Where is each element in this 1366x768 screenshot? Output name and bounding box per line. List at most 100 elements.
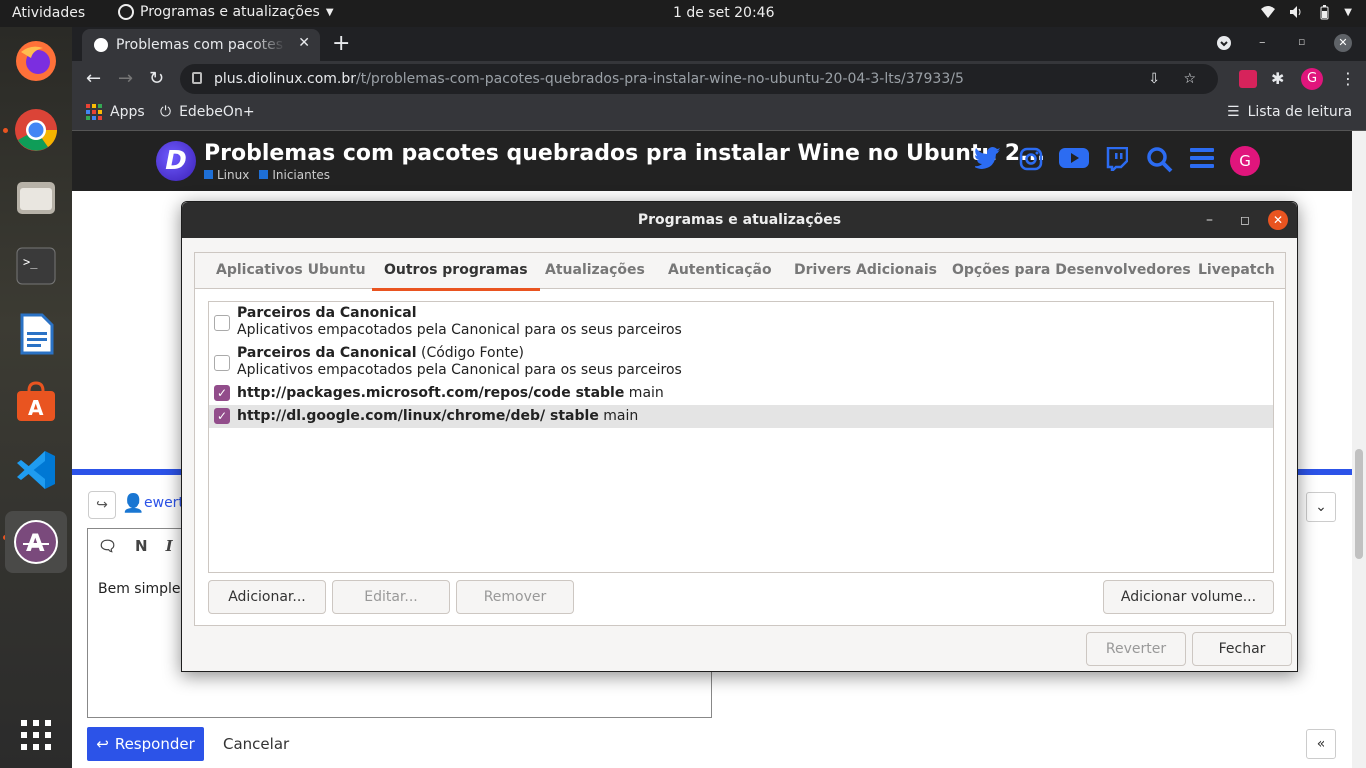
tab-search-icon[interactable] (1216, 35, 1232, 55)
apps-bookmark[interactable]: Apps (86, 104, 145, 120)
terminal-icon: >_ (16, 247, 56, 285)
bookmark-star-icon[interactable]: ☆ (1183, 64, 1196, 94)
system-tray[interactable]: ▼ (1260, 4, 1352, 20)
quote-icon[interactable]: 🗨 (98, 537, 117, 555)
more-menu-icon[interactable]: ⋮ (1340, 69, 1356, 88)
chevron-down-icon[interactable]: ⌄ (1306, 492, 1336, 522)
edebeon-bookmark[interactable]: ⏻ EdebeOn+ (160, 104, 255, 120)
reading-list-button[interactable]: ☰ Lista de leitura (1227, 104, 1352, 120)
minimize-icon[interactable]: – (1206, 202, 1213, 238)
list-item[interactable]: Parceiros da Canonical Aplicativos empac… (209, 302, 1273, 342)
forward-arrow-icon[interactable]: → (118, 68, 133, 89)
close-dialog-button[interactable]: Fechar (1192, 632, 1292, 666)
italic-button[interactable]: I (166, 537, 173, 555)
chevron-down-icon: ▼ (1344, 6, 1352, 18)
writer-launcher[interactable] (12, 310, 60, 358)
edit-source-button[interactable]: Editar... (332, 580, 450, 614)
user-avatar[interactable]: G (1230, 146, 1260, 176)
folder-icon (17, 182, 55, 214)
vscode-launcher[interactable] (12, 446, 60, 494)
maximize-icon[interactable]: ▫ (1298, 35, 1305, 48)
scrollbar-thumb[interactable] (1355, 449, 1363, 559)
tab-atualizacoes[interactable]: Atualizações (545, 262, 645, 278)
list-item[interactable]: ✓ http://packages.microsoft.com/repos/co… (209, 382, 1273, 405)
extensions-puzzle-icon[interactable]: ✱ (1271, 69, 1284, 88)
twitter-icon[interactable] (973, 147, 1001, 175)
maximize-icon[interactable]: ◻ (1240, 202, 1250, 238)
software-launcher[interactable]: A (12, 378, 60, 426)
reply-to-user[interactable]: ewert (144, 495, 184, 511)
tab-autenticacao[interactable]: Autenticação (668, 262, 772, 278)
category-iniciantes[interactable]: Iniciantes (259, 168, 330, 182)
chrome-icon (15, 109, 57, 151)
source-checkbox-checked[interactable]: ✓ (214, 408, 230, 424)
close-icon[interactable]: ✕ (298, 35, 310, 51)
app-menu[interactable]: Programas e atualizações ▼ (118, 4, 334, 20)
address-bar[interactable]: plus.diolinux.com.br/t/problemas-com-pac… (180, 64, 1218, 94)
new-tab-button[interactable]: + (332, 31, 350, 56)
source-checkbox[interactable] (214, 355, 230, 371)
bold-button[interactable]: N (135, 537, 148, 555)
diolinux-logo[interactable]: D (156, 141, 196, 181)
close-window-icon[interactable]: ✕ (1334, 34, 1352, 52)
search-icon[interactable] (1147, 147, 1173, 179)
gnome-top-bar: Atividades Programas e atualizações ▼ 1 … (0, 0, 1366, 27)
extension-icon[interactable] (1239, 70, 1257, 88)
twitch-icon[interactable] (1106, 146, 1129, 177)
tab-drivers-adicionais[interactable]: Drivers Adicionais (794, 262, 937, 278)
tab-strip: Problemas com pacotes q ✕ + – ▫ ✕ (72, 27, 1366, 61)
svg-text:>_: >_ (23, 255, 38, 269)
apps-label: Apps (110, 104, 145, 120)
tab-active[interactable]: Problemas com pacotes q ✕ (82, 29, 320, 61)
revert-button[interactable]: Reverter (1086, 632, 1186, 666)
topic-title[interactable]: Problemas com pacotes quebrados pra inst… (204, 141, 1045, 166)
software-sources-list: Parceiros da Canonical Aplicativos empac… (208, 301, 1274, 573)
install-app-icon[interactable]: ⇩ (1148, 64, 1160, 94)
firefox-launcher[interactable] (12, 37, 60, 85)
files-launcher[interactable] (12, 174, 60, 222)
tab-outros-programas[interactable]: Outros programas (372, 262, 540, 291)
back-arrow-icon[interactable]: ← (86, 68, 101, 89)
reload-icon[interactable]: ↻ (149, 68, 164, 89)
list-item-selected[interactable]: ✓ http://dl.google.com/linux/chrome/deb/… (209, 405, 1273, 428)
diolinux-favicon-icon (94, 38, 108, 52)
browser-toolbar: ← → ↻ plus.diolinux.com.br/t/problemas-c… (72, 61, 1366, 97)
hamburger-menu-icon[interactable] (1190, 147, 1214, 175)
youtube-icon[interactable] (1059, 147, 1089, 175)
tab-livepatch[interactable]: Livepatch (1198, 262, 1275, 278)
reading-list-label: Lista de leitura (1247, 104, 1353, 120)
remove-source-button[interactable]: Remover (456, 580, 574, 614)
tab-bar: Aplicativos Ubuntu Outros programas Atua… (195, 253, 1285, 291)
reply-arrow-icon[interactable]: ↪ (88, 491, 116, 519)
minimize-icon[interactable]: – (1259, 35, 1266, 50)
category-linux[interactable]: Linux (204, 168, 249, 182)
terminal-launcher[interactable]: >_ (12, 242, 60, 290)
app-menu-label: Programas e atualizações (140, 4, 320, 20)
software-updates-icon: A (14, 520, 58, 564)
activities-button[interactable]: Atividades (12, 5, 85, 21)
document-icon (20, 313, 54, 355)
source-checkbox-checked[interactable]: ✓ (214, 385, 230, 401)
software-store-icon: A (17, 381, 55, 421)
add-volume-button[interactable]: Adicionar volume... (1103, 580, 1274, 614)
add-source-button[interactable]: Adicionar... (208, 580, 326, 614)
close-icon[interactable]: ✕ (1268, 210, 1288, 230)
collapse-composer-icon[interactable]: « (1306, 729, 1336, 759)
editor-text[interactable]: Bem simples (98, 581, 188, 597)
clock[interactable]: 1 de set 20:46 (673, 5, 775, 21)
respond-button[interactable]: ↩ Responder (87, 727, 204, 761)
instagram-icon[interactable] (1019, 147, 1043, 177)
software-updates-launcher[interactable]: A (5, 511, 67, 573)
running-indicator (3, 128, 8, 133)
source-checkbox[interactable] (214, 315, 230, 331)
cancel-link[interactable]: Cancelar (223, 735, 289, 753)
profile-avatar[interactable]: G (1301, 68, 1323, 90)
dialog-titlebar[interactable]: Programas e atualizações (182, 202, 1297, 238)
bookmarks-bar: Apps ⏻ EdebeOn+ ☰ Lista de leitura (72, 97, 1366, 131)
tab-aplicativos-ubuntu[interactable]: Aplicativos Ubuntu (216, 262, 366, 278)
chrome-launcher[interactable] (12, 106, 60, 154)
tab-opcoes-desenvolvedores[interactable]: Opções para Desenvolvedores (952, 262, 1191, 278)
list-item[interactable]: Parceiros da Canonical (Código Fonte) Ap… (209, 342, 1273, 382)
page-scrollbar[interactable] (1352, 131, 1366, 768)
show-applications-button[interactable] (12, 711, 60, 759)
